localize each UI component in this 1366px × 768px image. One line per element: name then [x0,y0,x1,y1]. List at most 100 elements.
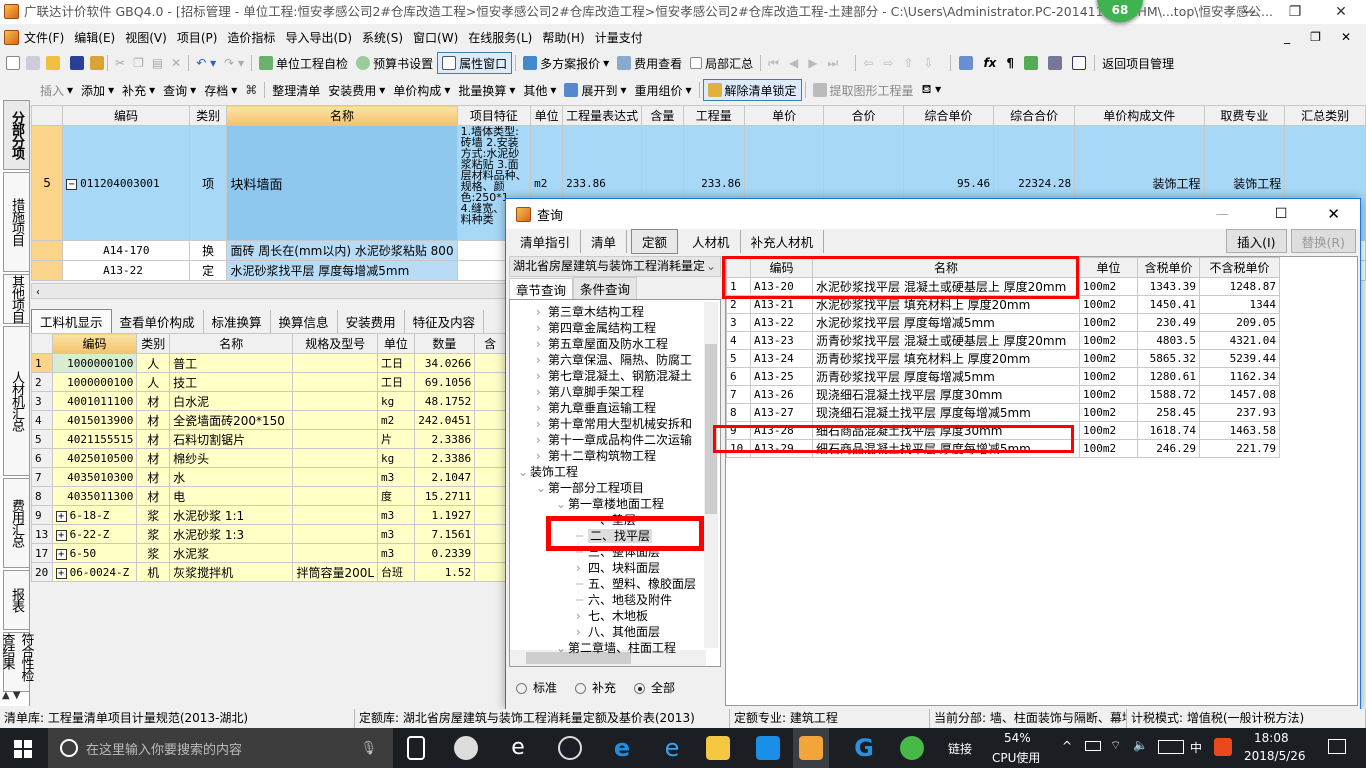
toolbar-button[interactable]: 整理清单 [268,82,324,99]
menu-item[interactable]: 造价指标 [222,29,280,46]
clock-date[interactable]: 2018/5/26 [1244,749,1306,763]
quota-row[interactable]: 1 A13-20 水泥砂浆找平层 混凝土或硬基层上 厚度20mm 100m2 1… [726,277,1280,296]
tree-node[interactable]: ⌄ 第一部分工程项目 [536,480,644,496]
property-window-button[interactable]: 属性窗口 [437,52,513,74]
cut-icon[interactable]: ✂ [111,56,129,70]
chevron-right-icon[interactable]: › [576,560,588,576]
menu-item[interactable]: 导入导出(D) [280,29,357,46]
paragraph-icon[interactable]: ¶ [1001,56,1019,70]
dialog-close-button[interactable]: ✕ [1313,205,1360,223]
tree-node[interactable]: ┄ 五、塑料、橡胶面层 [576,576,696,592]
fee-view-button[interactable]: 费用查看 [613,55,686,72]
new-file-icon[interactable] [6,56,20,70]
resource-row[interactable]: 1 1000000100 人 普工 工日 34.0266 [31,353,506,373]
filter-radio[interactable]: 标准 [516,679,557,696]
toolbar-button[interactable]: 展开到 ▾ [560,82,630,99]
toolbar-button[interactable]: 查询 ▾ [159,82,200,99]
quota-row[interactable]: 5 A13-24 沥青砂浆找平层 填充材料上 厚度20mm 100m2 5865… [726,349,1280,368]
sogou-ime-icon[interactable] [1214,738,1232,756]
chevron-right-icon[interactable]: › [576,608,588,624]
quota-row[interactable]: 3 A13-22 水泥砂浆找平层 厚度每增减5mm 100m2 230.49 2… [726,313,1280,332]
column-header[interactable]: 数量 [413,333,476,354]
save-as-icon[interactable] [90,56,104,70]
tree-node[interactable]: ⌄ 第一章楼地面工程 [556,496,664,512]
tree-connector[interactable]: ┄ [576,512,588,528]
resource-row[interactable]: 9 +6-18-Z 浆 水泥砂浆 1:1 m3 1.1927 [31,505,506,525]
paste-icon[interactable]: ▤ [148,56,167,70]
column-header[interactable]: 汇总类别 [1284,105,1366,126]
menu-item[interactable]: 文件(F) [19,29,69,46]
tree-node[interactable]: ┄ 三、整体面层 [576,544,660,560]
chevron-right-icon[interactable]: › [536,304,548,320]
budget-settings-button[interactable]: 预算书设置 [352,55,437,72]
dialog-tab[interactable]: 定额 [631,228,679,254]
toolbar-button[interactable]: 重用组价 ▾ [630,82,695,99]
chevron-right-icon[interactable]: › [536,336,548,352]
dialog-tab[interactable]: 补充人材机 [741,229,825,253]
column-header[interactable]: 综合单价 [902,105,995,126]
save-icon[interactable] [70,56,84,70]
move-arrow-icons[interactable]: ⇦⇨⇧⇩ [859,56,947,70]
report-icon[interactable] [1072,56,1087,70]
tree-connector[interactable]: ┄ [576,576,588,592]
print-icon[interactable] [1048,56,1063,70]
filter-radio[interactable]: 全部 [634,679,675,696]
search-tab[interactable]: 章节查询 [509,277,574,300]
quota-row[interactable]: 6 A13-25 沥青砂浆找平层 厚度每增减5mm 100m2 1280.61 … [726,367,1280,386]
bottom-tab[interactable]: 特征及内容 [405,309,485,333]
column-header[interactable]: 不含税单价 [1199,257,1280,278]
tree-node[interactable]: › 第十章常用大型机械安拆和 [536,416,692,432]
bottom-tab[interactable]: 工料机显示 [31,308,112,334]
bottom-tab[interactable]: 标准换算 [204,309,271,333]
bottom-tab[interactable]: 查看单价构成 [112,309,204,333]
chevron-down-icon[interactable]: ⌄ [556,640,568,656]
tree-node[interactable]: › 第九章垂直运输工程 [536,400,656,416]
resource-row[interactable]: 20 +06-0024-Z 机 灰浆搅拌机 拌筒容量200L 台班 1.52 [31,562,506,582]
tree-node[interactable]: › 四、块料面层 [576,560,660,576]
quota-row[interactable]: 7 A13-26 现浇细石混凝土找平层 厚度30mm 100m2 1588.72… [726,385,1280,404]
toolbar-button[interactable]: 批量换算 ▾ [454,82,519,99]
child-minimize-icon[interactable]: _ [1279,30,1295,44]
volume-icon[interactable]: 🔈 [1133,738,1148,752]
dialog-minimize-button[interactable]: — [1196,207,1249,222]
menu-item[interactable]: 帮助(H) [537,29,589,46]
multi-quote-button[interactable]: 多方案报价 ▾ [519,55,613,72]
delete-icon[interactable]: ✕ [167,56,185,70]
formula-icon[interactable]: fx [978,56,1001,70]
resource-row[interactable]: 8 4035011300 材 电 度 15.2711 [31,486,506,506]
column-header[interactable]: 单位 [530,105,564,126]
left-tab[interactable]: 分部分项 [3,100,29,170]
tree-node[interactable]: › 第六章保温、隔热、防腐工 [536,352,692,368]
column-header[interactable]: 含量 [641,105,684,126]
column-header[interactable]: 编码 [62,105,190,126]
replace-button[interactable]: 替换(R) [1290,229,1356,253]
tree-node[interactable]: › 八、其他面层 [576,624,660,640]
self-check-button[interactable]: 单位工程自检 [255,55,352,72]
ie-icon[interactable]: e [506,736,530,760]
wifi-icon[interactable]: ⌔ [1110,738,1121,753]
tree-connector[interactable]: ┄ [576,528,588,544]
collapse-icon[interactable]: − [66,178,78,190]
menu-item[interactable]: 编辑(E) [69,29,120,46]
column-header[interactable]: 综合合价 [993,105,1076,126]
chevron-right-icon[interactable]: › [536,432,548,448]
left-tab[interactable]: 报表 [3,570,29,630]
quota-row[interactable]: 9 A13-28 细石商品混凝土找平层 厚度30mm 100m2 1618.74… [726,421,1280,440]
column-header[interactable]: 含 [474,333,506,354]
green-browser-icon[interactable] [900,736,924,760]
column-header[interactable]: 类别 [188,105,228,126]
column-header[interactable]: 单价 [743,105,825,126]
copy-icon[interactable]: ❐ [129,56,148,70]
chevron-down-icon[interactable]: ⌄ [556,496,568,512]
toolbar-button[interactable]: 其他 ▾ [519,82,560,99]
chevron-right-icon[interactable]: › [536,384,548,400]
column-header[interactable]: 编码 [750,257,813,278]
menu-item[interactable]: 在线服务(L) [463,29,537,46]
dialog-tab[interactable]: 人材机 [682,229,741,253]
tree-node[interactable]: › 第四章金属结构工程 [536,320,656,336]
quota-row[interactable]: 4 A13-23 沥青砂浆找平层 混凝土或硬基层上 厚度20mm 100m2 4… [726,331,1280,350]
edge-icon[interactable]: e [610,736,634,760]
column-header[interactable]: 名称 [812,257,1080,278]
column-header[interactable]: 名称 [226,105,458,126]
cube-icon[interactable] [1024,56,1039,70]
